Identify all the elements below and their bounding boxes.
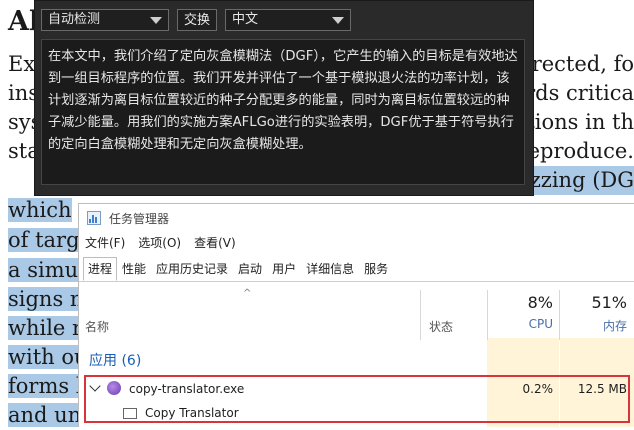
tab-performance[interactable]: 性能 (117, 257, 151, 281)
translator-popup: 自动检测 交换 中文 在本文中，我们介绍了定向灰盒模糊法（DGF），它产生的输入… (34, 0, 534, 196)
column-header-cpu[interactable]: CPU (491, 317, 553, 331)
swap-languages-button[interactable]: 交换 (177, 9, 218, 31)
selection-highlight-box (84, 375, 630, 423)
doc-line-highlighted: forms l (8, 374, 83, 398)
translator-toolbar: 自动检测 交换 中文 (41, 9, 352, 33)
doc-line-right: tions in th (526, 110, 634, 134)
source-language-select[interactable]: 自动检测 (41, 9, 169, 31)
tab-divider (79, 281, 634, 282)
column-header-memory[interactable]: 内存 (559, 317, 627, 334)
column-header-status[interactable]: 状态 (429, 318, 453, 335)
tab-details[interactable]: 详细信息 (301, 257, 359, 281)
title-bar[interactable]: 任务管理器 (79, 204, 634, 232)
tab-processes[interactable]: 进程 (83, 257, 118, 281)
tab-startup[interactable]: 启动 (233, 257, 267, 281)
memory-total-usage[interactable]: 51% (559, 293, 627, 312)
window-title: 任务管理器 (109, 211, 170, 226)
menu-options[interactable]: 选项(O) (138, 234, 181, 254)
tab-bar: 进程 性能 应用历史记录 启动 用户 详细信息 服务 (83, 257, 393, 281)
doc-line-highlighted: signs n (8, 287, 84, 311)
doc-line-highlighted: a simu (8, 258, 79, 282)
tab-users[interactable]: 用户 (267, 257, 301, 281)
dropdown-caret-icon (332, 16, 345, 24)
target-language-select[interactable]: 中文 (225, 9, 352, 31)
doc-line-highlighted: of targ (8, 228, 80, 252)
task-manager-window: 任务管理器 文件(F) 选项(O) 查看(V) 进程 性能 应用历史记录 启动 … (78, 203, 634, 427)
task-manager-icon (87, 211, 101, 225)
group-apps-label: 应用 (6) (89, 353, 142, 369)
column-separator (420, 290, 421, 340)
column-separator (487, 290, 488, 340)
menu-file[interactable]: 文件(F) (85, 234, 125, 254)
doc-line-highlighted: with ou (8, 345, 88, 369)
menu-view[interactable]: 查看(V) (194, 234, 236, 254)
tab-app-history[interactable]: 应用历史记录 (151, 257, 233, 281)
doc-line-highlighted: and un (8, 403, 82, 427)
doc-line-highlighted: while r (8, 316, 83, 340)
cpu-total-usage[interactable]: 8% (491, 293, 553, 312)
source-language-label: 自动检测 (48, 12, 101, 27)
target-language-label: 中文 (232, 12, 259, 27)
menu-bar: 文件(F) 选项(O) 查看(V) (79, 234, 236, 254)
doc-line: Ex (8, 52, 36, 76)
doc-line-right-highlighted: zzing (DG (523, 166, 634, 195)
translation-output[interactable]: 在本文中，我们介绍了定向灰盒模糊法（DGF），它产生的输入的目标是有效地达到一组… (41, 39, 525, 185)
dropdown-caret-icon (150, 16, 162, 24)
column-header-name[interactable]: 名称 (85, 318, 109, 335)
doc-line-highlighted: which (8, 198, 72, 222)
tab-services[interactable]: 服务 (359, 257, 393, 281)
doc-line-right: reproduce. (517, 139, 634, 163)
sort-indicator-icon: ^ (243, 288, 252, 299)
